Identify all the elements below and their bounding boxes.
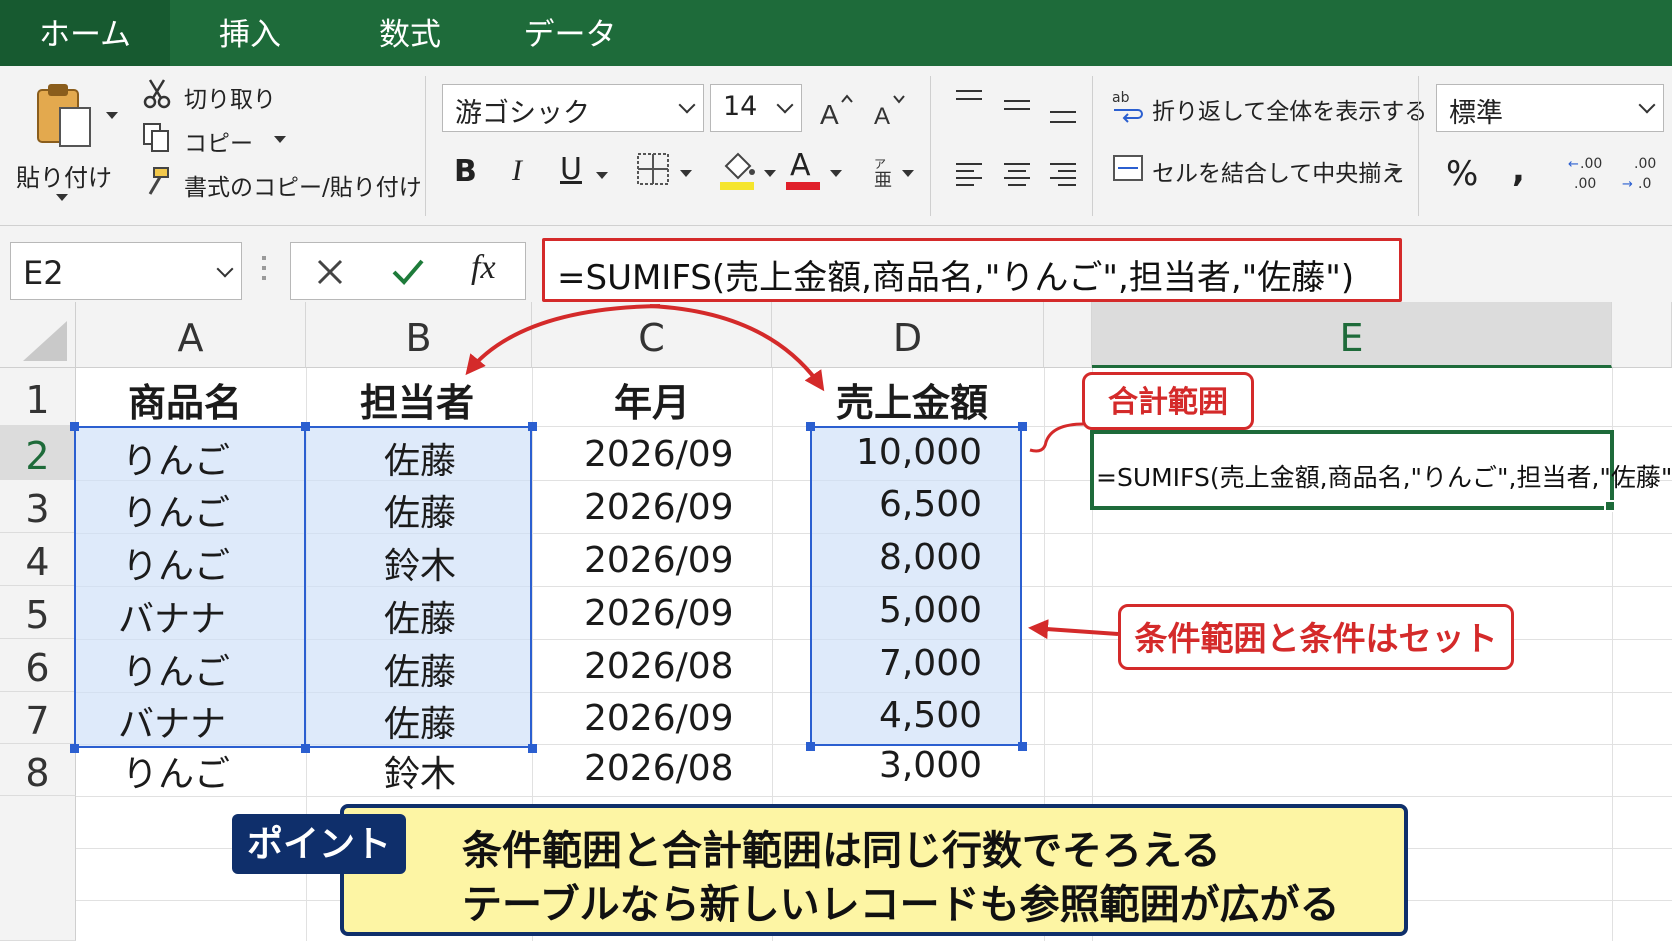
point-line-1: 条件範囲と合計範囲は同じ行数でそろえる [462, 828, 1221, 874]
arrow-to-sum-range [1029, 422, 1085, 453]
arrow-to-criteria-range [1028, 619, 1119, 640]
point-label: ポイント [232, 814, 406, 874]
excel-window: ホーム 挿入 数式 データ 貼り付け 切り取り コピー 書式のコピー/貼り付け … [0, 0, 1672, 941]
annotation-arrows [465, 304, 1119, 640]
point-line-2: テーブルなら新しいレコードも参照範囲が広がる [462, 882, 1340, 928]
arrow-to-sum-header [649, 304, 825, 392]
arrow-to-criteria-b [465, 304, 661, 376]
